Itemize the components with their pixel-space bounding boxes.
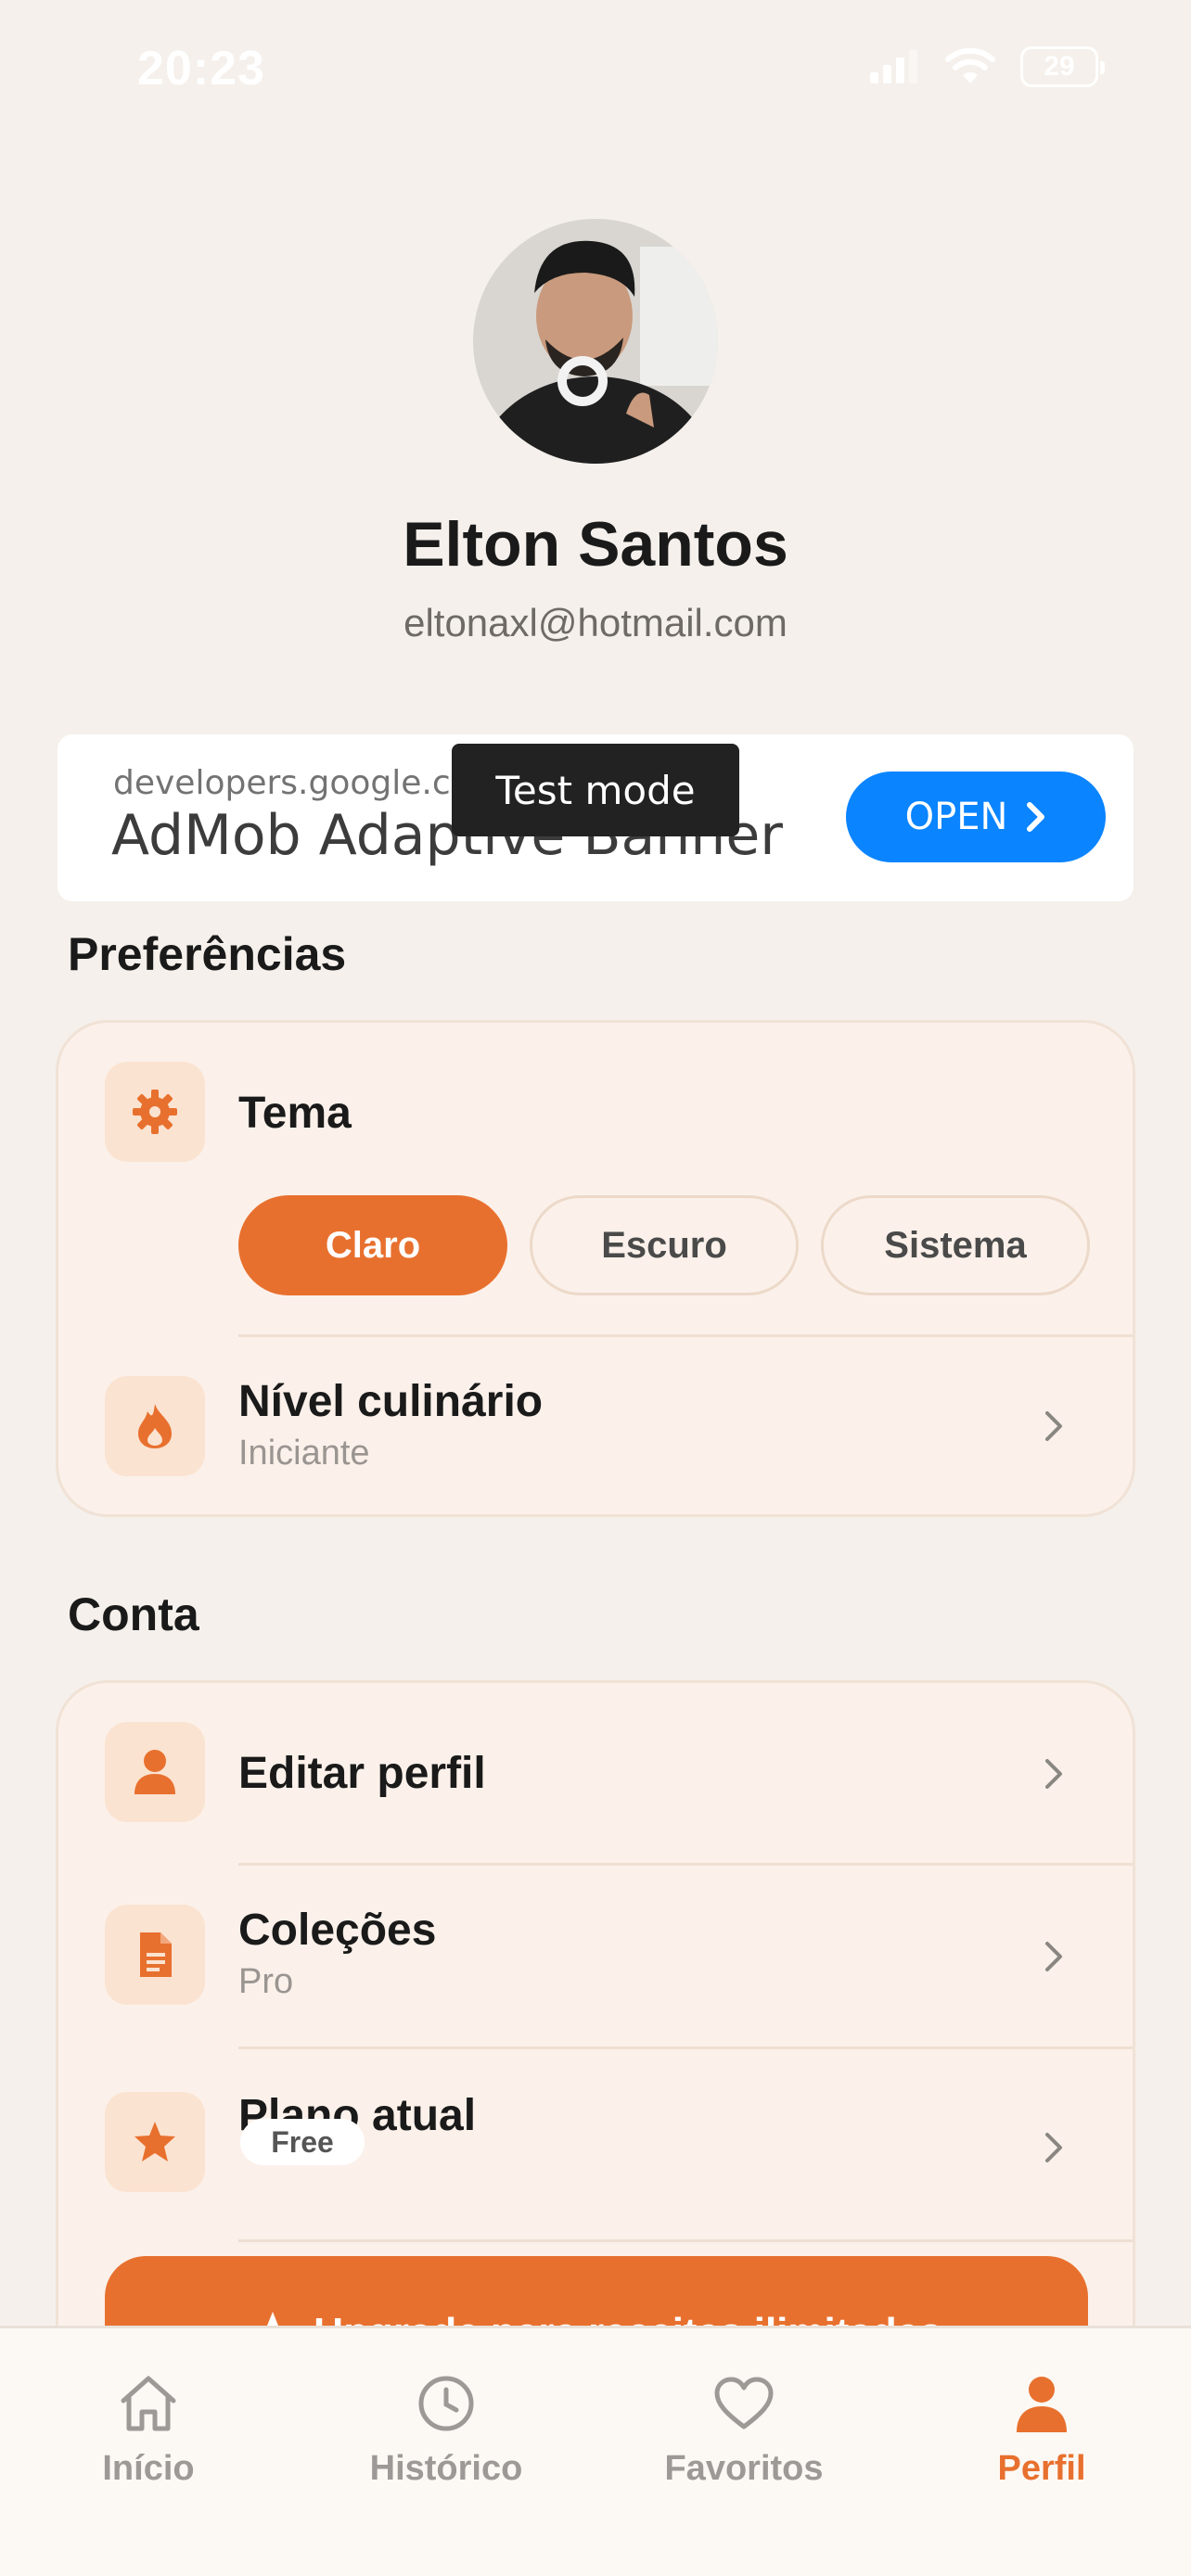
tab-profile[interactable]: Perfil xyxy=(930,2371,1153,2501)
tab-home-label: Início xyxy=(102,2449,195,2488)
profile-email: eltonaxl@hotmail.com xyxy=(403,601,788,644)
preferences-card: Tema Claro Escuro Sistema Nível culinári… xyxy=(56,1020,1135,1517)
gear-icon xyxy=(105,1062,205,1162)
ad-domain: developers.google.co xyxy=(113,764,471,802)
collections-row[interactable]: Coleções Pro xyxy=(58,1866,1133,2047)
cooking-level-row[interactable]: Nível culinário Iniciante xyxy=(58,1337,1133,1514)
theme-label: Tema xyxy=(238,1089,352,1138)
ad-open-label: OPEN xyxy=(904,796,1008,838)
heart-icon xyxy=(714,2377,774,2429)
home-icon xyxy=(121,2376,176,2431)
tab-history-label: Histórico xyxy=(369,2449,523,2488)
current-plan-row[interactable]: Plano atual xyxy=(58,2049,1133,2239)
cooking-level-label: Nível culinário xyxy=(238,1377,544,1426)
status-bar: 20:23 29 xyxy=(0,0,1191,139)
test-mode-label: Test mode xyxy=(452,744,739,836)
theme-option-light[interactable]: Claro xyxy=(238,1195,507,1295)
tab-bar: Início Histórico Favoritos Perfil xyxy=(0,2326,1191,2576)
edit-profile-row[interactable]: Editar perfil xyxy=(58,1683,1133,1864)
user-icon xyxy=(1017,2377,1067,2432)
profile-name: Elton Santos xyxy=(403,509,788,580)
battery-icon: 29 xyxy=(1020,46,1105,87)
flame-icon xyxy=(105,1376,205,1476)
theme-option-system[interactable]: Sistema xyxy=(821,1195,1090,1295)
avatar[interactable] xyxy=(473,219,718,464)
chevron-right-icon xyxy=(1045,1411,1062,1441)
clock-icon xyxy=(418,2376,474,2431)
collections-label: Coleções xyxy=(238,1906,437,1955)
chevron-right-icon xyxy=(1045,1942,1062,1971)
plan-badge: Free xyxy=(240,2119,365,2165)
tab-home[interactable]: Início xyxy=(37,2371,260,2501)
tab-favorites-label: Favoritos xyxy=(664,2449,824,2488)
tab-favorites[interactable]: Favoritos xyxy=(633,2371,855,2501)
collections-sub: Pro xyxy=(238,1962,294,2001)
divider xyxy=(238,2239,1133,2242)
wifi-icon xyxy=(945,48,995,83)
chevron-right-icon xyxy=(1027,802,1045,832)
cooking-level-value: Iniciante xyxy=(238,1434,370,1473)
battery-level: 29 xyxy=(1044,51,1075,82)
preferences-title: Preferências xyxy=(68,928,347,980)
edit-profile-label: Editar perfil xyxy=(238,1749,486,1798)
document-icon xyxy=(105,1905,205,2005)
account-card: Editar perfil Coleções Pro Plano atual F… xyxy=(56,1680,1135,2422)
theme-option-dark[interactable]: Escuro xyxy=(530,1195,799,1295)
status-icons: 29 xyxy=(870,46,1105,87)
star-icon xyxy=(105,2092,205,2192)
tab-history[interactable]: Histórico xyxy=(335,2371,557,2501)
status-time: 20:23 xyxy=(137,42,265,96)
chevron-right-icon xyxy=(1045,2133,1062,2162)
user-icon xyxy=(105,1722,205,1822)
ad-open-button[interactable]: OPEN xyxy=(846,772,1106,862)
chevron-right-icon xyxy=(1045,1759,1062,1789)
account-title: Conta xyxy=(68,1588,199,1640)
signal-icon xyxy=(870,50,917,83)
tab-profile-label: Perfil xyxy=(997,2449,1086,2488)
